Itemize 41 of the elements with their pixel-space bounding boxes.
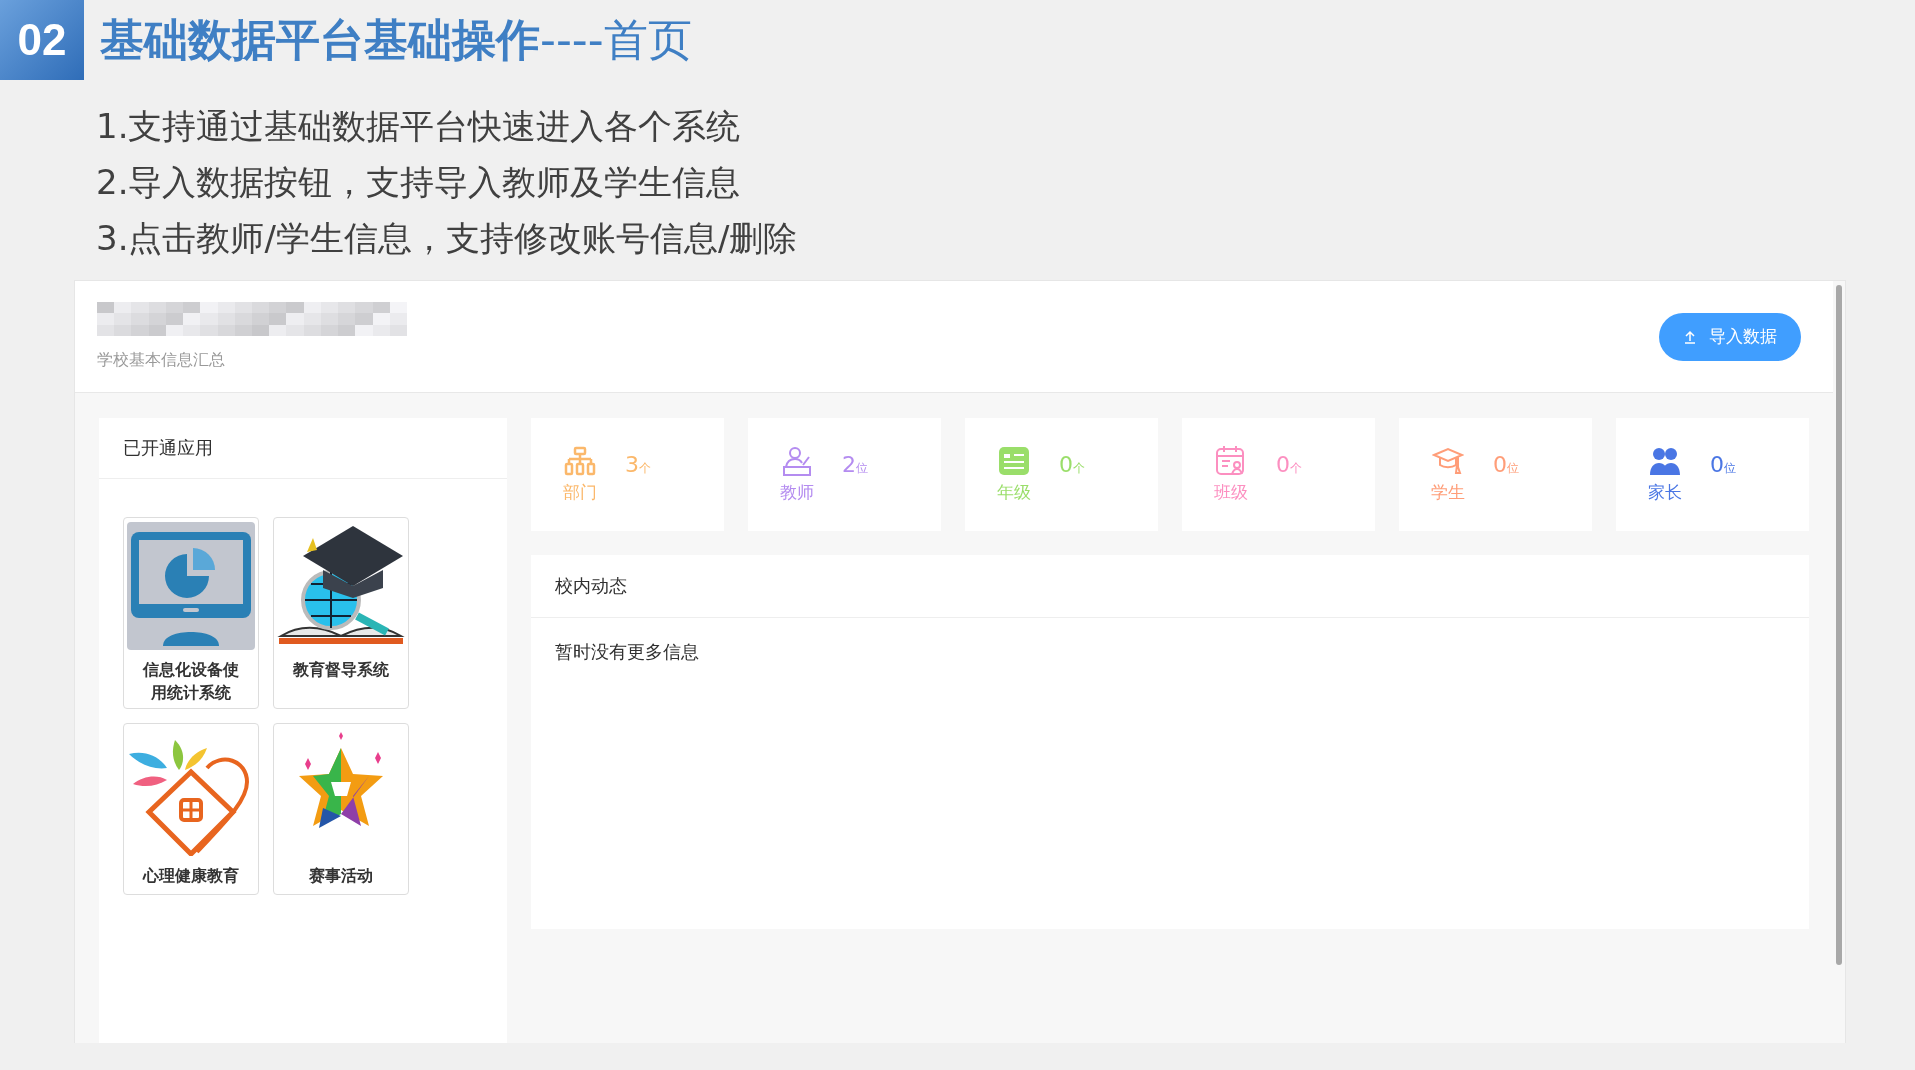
app-tile[interactable]: 信息化设备使用统计系统	[123, 517, 259, 709]
stat-value: 3个	[625, 452, 651, 477]
stat-label: 班级	[1214, 481, 1248, 504]
stat-value: 0位	[1710, 452, 1736, 477]
stat-value: 0个	[1276, 452, 1302, 477]
stat-value: 2位	[842, 452, 868, 477]
stat-value: 0个	[1059, 452, 1085, 477]
scrollbar[interactable]	[1836, 285, 1842, 965]
slide-title: 基础数据平台基础操作----首页	[100, 12, 692, 67]
panel-title: 校内动态	[531, 555, 1809, 618]
stat-label: 年级	[997, 481, 1031, 504]
graduation-cap-icon	[1432, 445, 1464, 477]
monitor-chart-icon	[127, 522, 255, 650]
stat-card[interactable]: 学生 0位	[1399, 418, 1592, 531]
stat-card[interactable]: 教师 2位	[748, 418, 941, 531]
import-data-button[interactable]: 导入数据	[1659, 312, 1801, 361]
stat-label: 家长	[1648, 481, 1682, 504]
id-card-icon	[998, 445, 1030, 477]
panel-title: 已开通应用	[99, 418, 507, 479]
bullet-point: 1.支持通过基础数据平台快速进入各个系统	[96, 106, 742, 146]
stat-label: 部门	[563, 481, 597, 504]
app-tile[interactable]: 心理健康教育	[123, 723, 259, 895]
bullet-point: 3.点击教师/学生信息，支持修改账号信息/删除	[96, 218, 799, 258]
app-tile[interactable]: 教育督导系统	[273, 517, 409, 709]
slide-number: 02	[0, 0, 84, 80]
upload-icon	[1683, 329, 1697, 344]
stat-card[interactable]: 部门 3个	[531, 418, 724, 531]
app-tile[interactable]: 赛事活动	[273, 723, 409, 895]
page-subtitle: 学校基本信息汇总	[97, 350, 226, 371]
calendar-person-icon	[1215, 445, 1247, 477]
bullet-point: 2.导入数据按钮，支持导入教师及学生信息	[96, 162, 742, 202]
parents-icon	[1649, 445, 1681, 477]
stat-label: 学生	[1431, 481, 1465, 504]
stat-card[interactable]: 年级 0个	[965, 418, 1158, 531]
stat-value: 0位	[1493, 452, 1519, 477]
teacher-icon	[781, 445, 813, 477]
stat-card[interactable]: 家长 0位	[1616, 418, 1809, 531]
empty-message: 暂时没有更多信息	[554, 640, 700, 664]
stat-label: 教师	[780, 481, 814, 504]
stat-card[interactable]: 班级 0个	[1182, 418, 1375, 531]
org-chart-icon	[564, 445, 596, 477]
